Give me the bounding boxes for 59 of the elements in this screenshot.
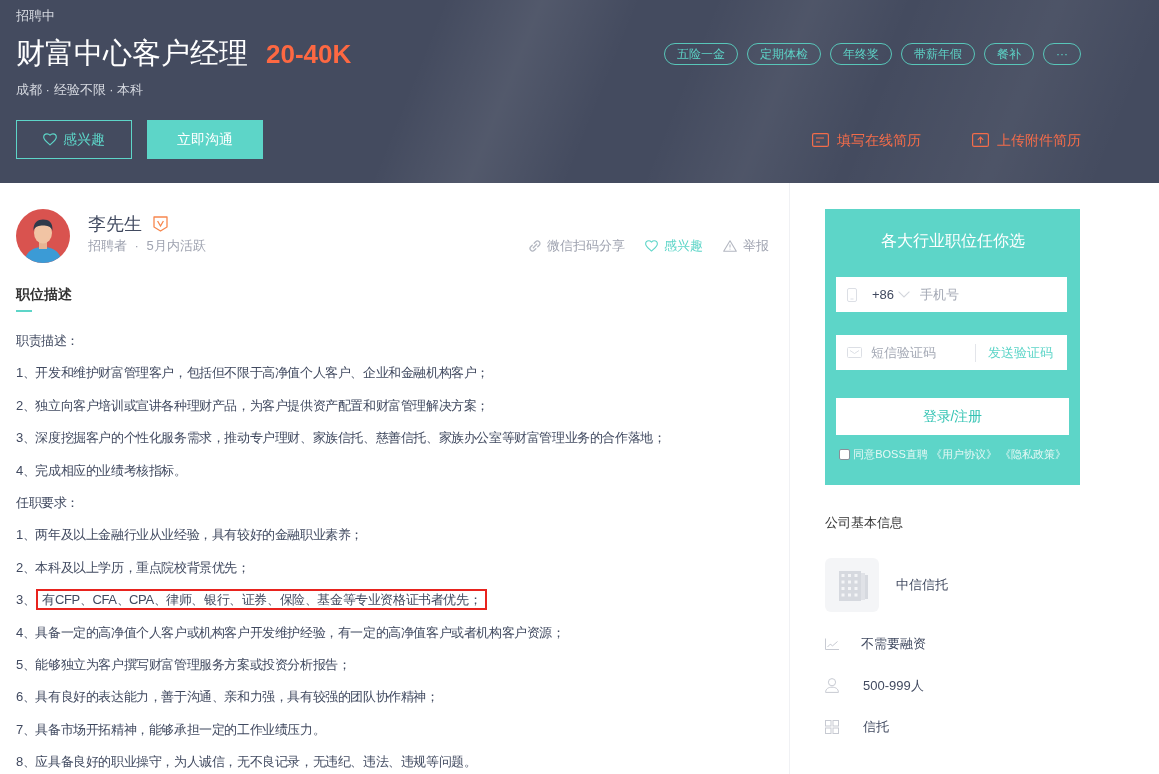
phone-field[interactable]: +86 手机号 (836, 277, 1067, 312)
agreement-text: 同意BOSS直聘 (853, 447, 928, 462)
description-line: 2、本科及以上学历，重点院校背景优先； (16, 559, 250, 575)
login-button[interactable]: 登录/注册 (836, 398, 1069, 435)
panel-title: 各大行业职位任你选 (880, 231, 1025, 251)
status-label: 招聘中 (16, 7, 55, 25)
subsection-title: 任职要求： (16, 494, 79, 510)
recruiter-meta-text: 招聘者 · 5月内活跃 (88, 237, 206, 255)
upload-resume-link[interactable]: 上传附件简历 (972, 129, 1081, 151)
description-line: 2、独立向客户培训或宣讲各种理财产品，为客户提供资产配置和财富管理解决方案； (16, 397, 490, 413)
agreement-checkbox[interactable] (839, 448, 851, 460)
list-number: 3、 (16, 592, 36, 608)
heart-icon (43, 133, 57, 146)
link-icon (529, 240, 541, 252)
company-fact: 不需要融资 (861, 635, 926, 653)
mail-icon (847, 347, 862, 358)
code-field[interactable]: 短信验证码 发送验证码 (836, 335, 1067, 370)
section-heading: 职位描述 (16, 284, 72, 312)
warning-icon (723, 240, 737, 252)
line-chart-icon (825, 638, 839, 650)
avatar-icon (16, 209, 70, 263)
document-icon (812, 133, 829, 147)
description-line: 4、完成相应的业绩考核指标。 (16, 462, 187, 478)
fill-online-resume-link[interactable]: 填写在线简历 (812, 129, 921, 151)
phone-icon (847, 287, 857, 302)
description-line: 7、具备市场开拓精神，能够承担一定的工作业绩压力。 (16, 721, 326, 737)
description-line: 1、两年及以上金融行业从业经验，具有较好的金融职业素养； (16, 527, 364, 543)
chat-now-button[interactable]: 立即沟通 (147, 120, 263, 159)
company-fact: 信托 (863, 718, 889, 736)
country-code-select[interactable]: +86 (872, 285, 911, 304)
share-link[interactable]: 微信扫码分享 (529, 237, 625, 255)
description-line: 6、具有良好的表达能力，善于沟通、亲和力强，具有较强的团队协作精神； (16, 689, 439, 705)
send-code-button[interactable]: 发送验证码 (988, 343, 1053, 362)
description-line: 5、能够独立为客户撰写财富管理服务方案或投资分析报告； (16, 656, 351, 672)
company-name: 中信信托 (896, 576, 948, 594)
job-title: 财富中心客户经理 (16, 36, 248, 71)
job-meta-text: 成都 · 经验不限 · 本科 (16, 81, 144, 99)
company-section-title: 公司基本信息 (825, 514, 904, 532)
interest-button[interactable]: 感兴趣 (16, 120, 132, 159)
subsection-title: 职责描述： (16, 333, 79, 348)
code-input[interactable]: 短信验证码 (871, 342, 975, 363)
recruiter-name: 李先生 (88, 213, 142, 236)
description-line: 3、深度挖掘客户的个性化服务需求，推动专户理财、家族信托、慈善信托、家族办公室等财富管理业务的合作落地； (16, 430, 666, 446)
chevron-down-icon (898, 291, 911, 298)
agreement-link[interactable]: 《隐私政策》 (999, 446, 1066, 462)
heart-icon (645, 240, 658, 252)
company-fact: 500-999人 (863, 676, 924, 695)
description-line: 1、开发和维护财富管理客户，包括但不限于高净值个人客户、企业和金融机构客户； (16, 365, 490, 381)
report-link[interactable]: 举报 (723, 237, 769, 255)
salary-text: 20-40K (266, 38, 352, 71)
description-line: 8、应具备良好的职业操守，为人诚信，无不良记录，无违纪、违法、违规等问题。 (16, 754, 477, 770)
person-icon (825, 678, 839, 693)
interest-link[interactable]: 感兴趣 (645, 237, 703, 255)
building-icon (825, 558, 879, 612)
grid-icon (825, 720, 839, 734)
description-line: 4、具备一定的高净值个人客户或机构客户开发维护经验，有一定的高净值客户或者机构客户资源； (16, 624, 565, 640)
agreement-link[interactable]: 《用户协议》 (930, 446, 997, 462)
upload-icon (972, 133, 989, 147)
phone-input[interactable]: 手机号 (920, 284, 1067, 305)
